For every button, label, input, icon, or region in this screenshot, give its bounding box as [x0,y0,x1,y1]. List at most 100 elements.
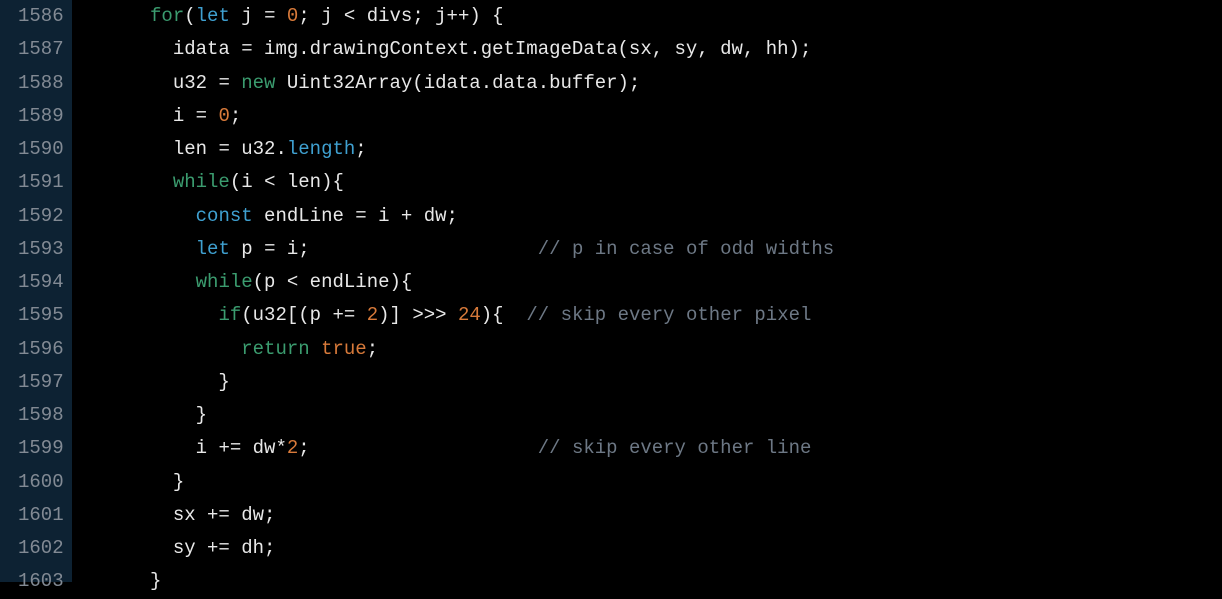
code-line[interactable]: sx += dw; [82,499,1222,532]
code-token: i [82,105,196,127]
code-token: + [401,205,412,227]
code-token: dw; [230,504,276,526]
code-token: length [287,138,355,160]
line-number: 1602 [18,532,64,565]
code-line[interactable]: const endLine = i + dw; [82,200,1222,233]
line-number: 1595 [18,299,64,332]
code-token: endLine [253,205,356,227]
code-token: return [241,338,309,360]
code-token: true [321,338,367,360]
code-token [82,5,150,27]
code-line[interactable]: } [82,466,1222,499]
code-token: += [207,504,230,526]
code-token: while [173,171,230,193]
code-token: dh; [230,537,276,559]
code-token: 0 [218,105,229,127]
line-number: 1601 [18,499,64,532]
code-token: for [150,5,184,27]
code-token: < [287,271,298,293]
code-token: dw; [412,205,458,227]
line-number: 1589 [18,100,64,133]
code-token [276,5,287,27]
line-number-gutter: 1586158715881589159015911592159315941595… [0,0,72,582]
code-line[interactable]: return true; [82,333,1222,366]
code-line[interactable]: i = 0; [82,100,1222,133]
code-token: u32. [230,138,287,160]
code-token: // skip every other pixel [526,304,811,326]
code-token: Uint32Array(idata.data.buffer); [275,72,640,94]
code-line[interactable]: u32 = new Uint32Array(idata.data.buffer)… [82,67,1222,100]
code-token: = [264,5,275,27]
code-token: = [241,38,252,60]
code-token: endLine){ [298,271,412,293]
code-token: 2 [287,437,298,459]
code-token: (i [230,171,264,193]
code-token: j [230,5,264,27]
code-line[interactable]: idata = img.drawingContext.getImageData(… [82,33,1222,66]
code-token: < [344,5,355,27]
code-token [82,271,196,293]
code-line[interactable]: } [82,366,1222,399]
code-line[interactable]: sy += dh; [82,532,1222,565]
code-token: } [82,570,162,592]
code-token: sx [82,504,207,526]
line-number: 1587 [18,33,64,66]
code-token: ; [355,138,366,160]
code-token: } [82,404,207,426]
code-token: ; j [298,5,344,27]
line-number: 1590 [18,133,64,166]
code-token: += [207,537,230,559]
code-token: += [332,304,355,326]
code-token: len){ [275,171,343,193]
code-token: divs; j [355,5,446,27]
line-number: 1599 [18,432,64,465]
code-token: ( [184,5,195,27]
code-line[interactable]: i += dw*2; // skip every other line [82,432,1222,465]
code-token: = [264,238,275,260]
code-editor[interactable]: 1586158715881589159015911592159315941595… [0,0,1222,582]
code-token: let [196,238,230,260]
code-token: if [218,304,241,326]
code-token [82,171,173,193]
code-token [82,304,219,326]
code-line[interactable]: let p = i; // p in case of odd widths [82,233,1222,266]
code-line[interactable]: len = u32.length; [82,133,1222,166]
code-token [310,338,321,360]
code-token [230,72,241,94]
code-line[interactable]: for(let j = 0; j < divs; j++) { [82,0,1222,33]
code-token [82,238,196,260]
code-line[interactable]: } [82,399,1222,432]
code-token [82,205,196,227]
code-token: sy [82,537,207,559]
code-token: u32 [82,72,219,94]
code-token [207,105,218,127]
code-token: ; [298,437,537,459]
line-number: 1600 [18,466,64,499]
code-token [355,304,366,326]
code-token [447,304,458,326]
line-number: 1588 [18,67,64,100]
code-token: let [196,5,230,27]
code-token: idata [82,38,242,60]
line-number: 1586 [18,0,64,33]
code-token: = [196,105,207,127]
code-token: (u32[(p [241,304,332,326]
code-token: dw [241,437,275,459]
code-line[interactable]: while(p < endLine){ [82,266,1222,299]
code-token: = [218,138,229,160]
code-token: = [218,72,229,94]
code-token: i [82,437,219,459]
code-token: (p [253,271,287,293]
code-token: 2 [367,304,378,326]
code-token: i [367,205,401,227]
code-token: * [275,437,286,459]
code-token: } [82,371,230,393]
code-token: len [82,138,219,160]
code-line[interactable]: if(u32[(p += 2)] >>> 24){ // skip every … [82,299,1222,332]
code-area[interactable]: for(let j = 0; j < divs; j++) { idata = … [72,0,1222,582]
code-token: < [264,171,275,193]
code-line[interactable]: while(i < len){ [82,166,1222,199]
code-token: ) { [469,5,503,27]
line-number: 1596 [18,333,64,366]
line-number: 1593 [18,233,64,266]
